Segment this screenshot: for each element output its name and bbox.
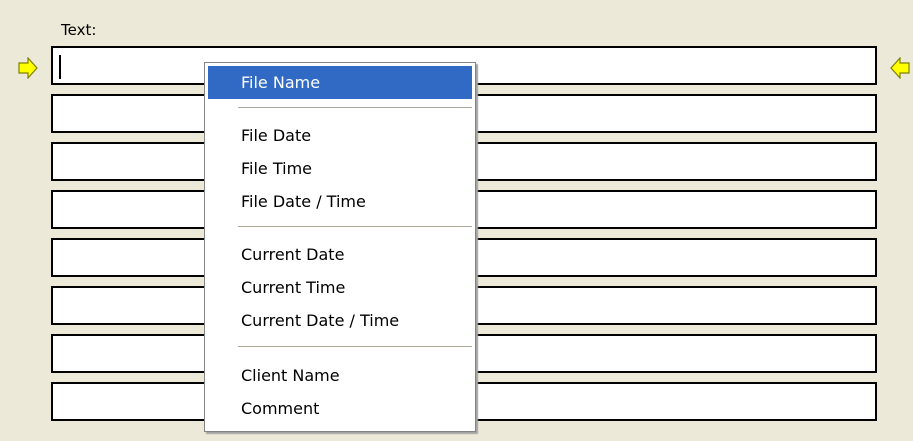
insert-field-context-menu: File Name File Date File Time File Date … (204, 62, 476, 432)
text-fields-panel: Text: File Name File Date File Time File… (0, 0, 913, 441)
menu-item-file-date-time[interactable]: File Date / Time (208, 185, 472, 218)
menu-item-current-date[interactable]: Current Date (208, 238, 472, 271)
menu-item-comment[interactable]: Comment (208, 392, 472, 425)
menu-item-current-date-time[interactable]: Current Date / Time (208, 304, 472, 337)
menu-separator (238, 346, 472, 348)
menu-separator (238, 226, 472, 228)
menu-separator (238, 107, 472, 109)
menu-item-file-time[interactable]: File Time (208, 152, 472, 185)
arrow-left-icon (890, 57, 910, 79)
arrow-right-icon (18, 57, 38, 79)
menu-item-file-name[interactable]: File Name (208, 66, 472, 99)
text-label: Text: (61, 21, 97, 39)
menu-item-current-time[interactable]: Current Time (208, 271, 472, 304)
menu-item-file-date[interactable]: File Date (208, 119, 472, 152)
menu-item-client-name[interactable]: Client Name (208, 359, 472, 392)
text-caret (59, 55, 61, 79)
